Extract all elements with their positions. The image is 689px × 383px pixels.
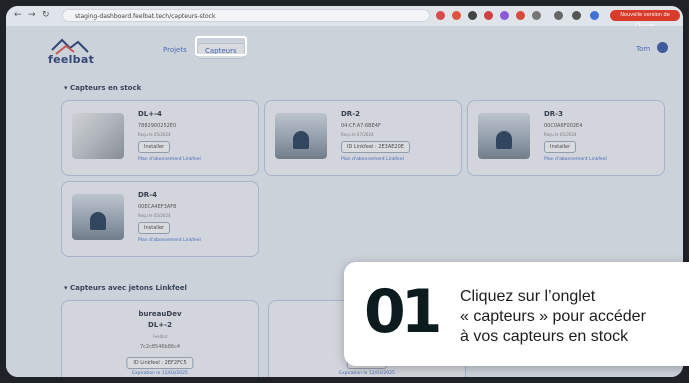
expiration-link[interactable]: Expiration le 12/03/2025	[62, 371, 258, 376]
sensor-box-image	[72, 194, 124, 240]
linkfeel-id-button[interactable]: ID Linkfeel : 2E3AE20E	[341, 141, 410, 153]
sensor-plug-image	[72, 113, 124, 159]
section-title-stock: ▾ Capteurs en stock	[64, 84, 142, 92]
sensor-name: DR-4	[138, 191, 157, 199]
extension-icon[interactable]	[484, 11, 493, 20]
sensor-serial: 7c2c8546b86c4	[139, 344, 181, 350]
user-name[interactable]: Tom	[636, 45, 650, 53]
install-button[interactable]: Installer	[138, 222, 171, 234]
extension-icon[interactable]	[468, 11, 477, 20]
sensor-box-image	[275, 113, 327, 159]
subscription-link[interactable]: Plan d'abonnement Linkfeel	[544, 157, 607, 162]
expiration-link[interactable]: Expiration le 12/03/2025	[269, 371, 465, 376]
update-chrome-button[interactable]: Nouvelle version de Chrome	[610, 10, 680, 29]
browser-chrome: ← → ↻ staging-dashboard.feelbat.tech/cap…	[6, 6, 683, 29]
subscription-link[interactable]: Plan d'abonnement Linkfeel	[341, 157, 404, 162]
extension-icon[interactable]	[516, 11, 525, 20]
sensor-card[interactable]: DR-4 00ECA4EF3AF8 Reçu le 05/2024 Instal…	[61, 181, 259, 257]
sensor-serial: 04:CF:A7:6BE4F	[341, 123, 381, 129]
sensor-serial: 00ECA4EF3AF8	[138, 204, 177, 210]
tutorial-text: Cliquez sur l’onglet « capteurs » pour a…	[460, 287, 689, 347]
sensor-received-date: Reçu le 05/2024	[138, 132, 171, 137]
tutorial-line: à vos capteurs en stock	[460, 328, 629, 345]
subscription-link[interactable]: Plan d'abonnement Linkfeel	[138, 157, 201, 162]
puzzle-icon[interactable]	[554, 11, 563, 20]
sensor-name: DL+-4	[138, 110, 162, 118]
tutorial-line: « capteurs » pour accéder	[460, 308, 646, 325]
location-name: bureauDev	[138, 310, 182, 318]
section-title-jetons-text: Capteurs avec jetons Linkfeel	[69, 284, 187, 292]
logo-text: feelbat	[48, 53, 95, 66]
owner-label: Feelbat	[152, 334, 168, 339]
tab-highlight-frame	[195, 36, 247, 56]
extension-icon[interactable]	[452, 11, 461, 20]
sensor-card[interactable]: DR-2 04:CF:A7:6BE4F Reçu le 07/2024 ID L…	[264, 100, 462, 176]
back-icon[interactable]: ←	[14, 10, 22, 20]
sensor-serial: 00C0A6F002E4	[544, 123, 583, 129]
sensor-card[interactable]: DL+-4 7882900252E0 Reçu le 05/2024 Insta…	[61, 100, 259, 176]
profile-icon[interactable]	[590, 11, 599, 20]
extension-icon[interactable]	[436, 11, 445, 20]
section-title-jetons: ▾ Capteurs avec jetons Linkfeel	[64, 284, 187, 292]
download-icon[interactable]	[572, 11, 581, 20]
address-bar[interactable]: staging-dashboard.feelbat.tech/capteurs-…	[62, 9, 430, 22]
linkfeel-id-button[interactable]: ID Linkfeel : 2EF2FC5	[126, 357, 194, 369]
sensor-box-image	[478, 113, 530, 159]
sensor-card[interactable]: DR-3 00C0A6F002E4 Reçu le 05/2024 Instal…	[467, 100, 665, 176]
sensor-serial: 7882900252E0	[138, 123, 177, 129]
forward-icon[interactable]: →	[28, 10, 36, 20]
step-number: 01	[364, 277, 442, 347]
sensor-received-date: Reçu le 05/2024	[544, 132, 577, 137]
tutorial-line: Cliquez sur l’onglet	[460, 288, 596, 305]
install-button[interactable]: Installer	[544, 141, 577, 153]
extension-icon[interactable]	[500, 11, 509, 20]
sensor-name: DR-2	[341, 110, 360, 118]
section-title-stock-text: Capteurs en stock	[69, 84, 142, 92]
install-button[interactable]: Installer	[138, 141, 171, 153]
linked-sensor-card[interactable]: bureauDev DL+-2 Feelbat 7c2c8546b86c4 ID…	[61, 300, 259, 377]
sensor-received-date: Reçu le 07/2024	[341, 132, 374, 137]
user-avatar-icon[interactable]	[657, 42, 668, 53]
sensor-received-date: Reçu le 05/2024	[138, 213, 171, 218]
extension-icon[interactable]	[532, 11, 541, 20]
reload-icon[interactable]: ↻	[42, 10, 50, 20]
subscription-link[interactable]: Plan d'abonnement Linkfeel	[138, 238, 201, 243]
tab-projets[interactable]: Projets	[156, 43, 194, 57]
sensor-name: DL+-2	[148, 321, 172, 329]
sensor-name: DR-3	[544, 110, 563, 118]
